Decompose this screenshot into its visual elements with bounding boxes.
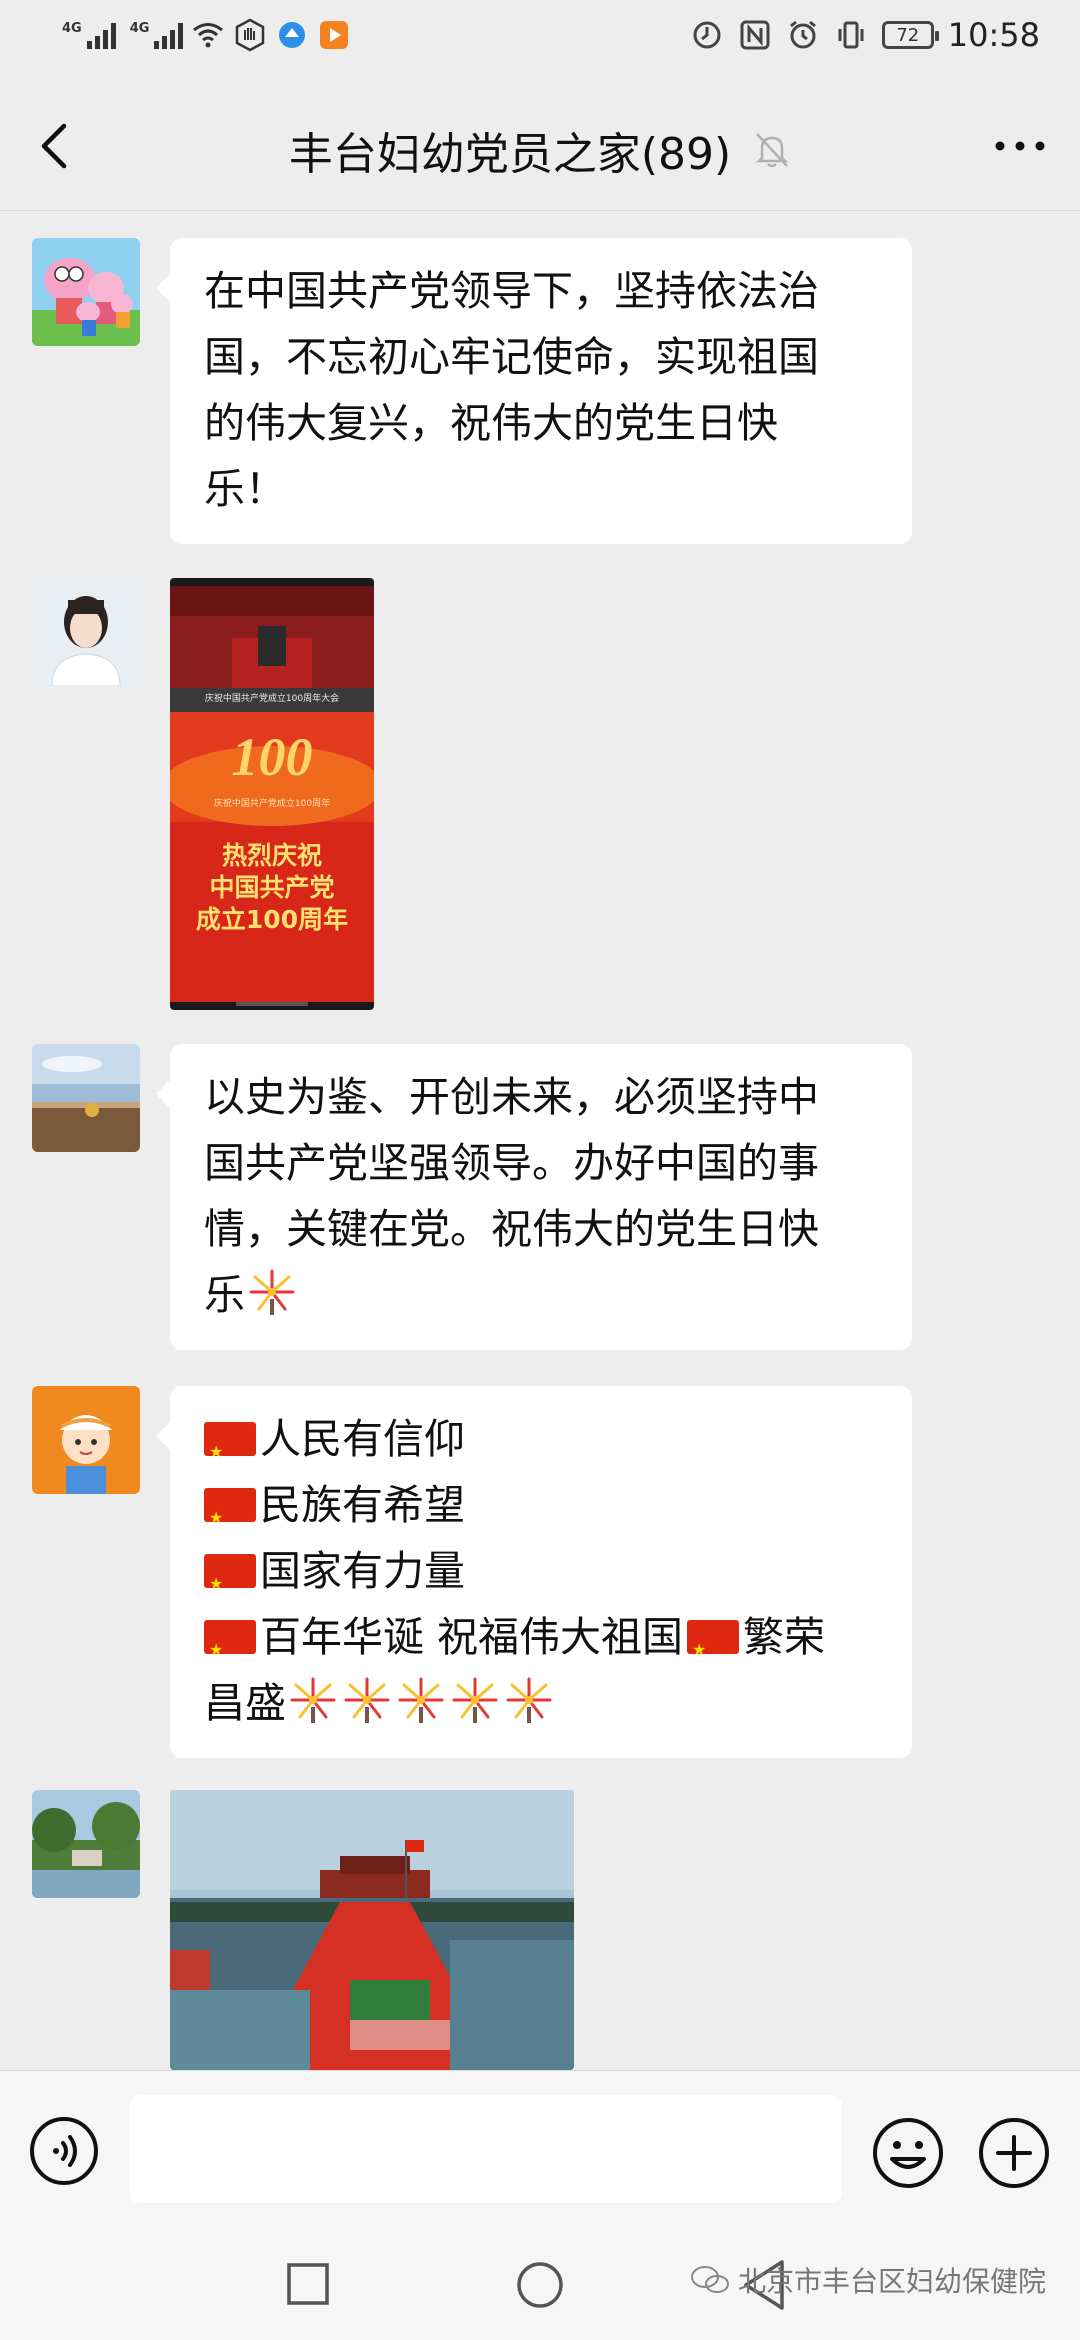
network-type-label: 4G — [62, 21, 82, 36]
voice-input-icon[interactable] — [28, 2115, 100, 2187]
image-caption-text: 庆祝中国共产党成立100周年大会 — [204, 694, 340, 704]
headline-line: 热烈庆祝 — [221, 841, 322, 870]
fireworks-icon — [290, 1677, 336, 1723]
china-flag-icon — [687, 1617, 740, 1683]
chat-header: 丰台妇幼党员之家(89) — [0, 80, 1080, 211]
image-message[interactable] — [170, 1790, 574, 2070]
message-input[interactable] — [130, 2095, 842, 2203]
hand-icon — [236, 18, 265, 52]
vibrate-icon — [838, 21, 864, 49]
app-notification-icon — [279, 22, 306, 48]
message-text: 以史为鉴、开创未来，必须坚持中 — [204, 1073, 819, 1121]
alarm-icon — [789, 20, 816, 49]
avatar[interactable] — [32, 1044, 140, 1152]
message-text: 繁荣 — [743, 1613, 826, 1661]
add-attachment-icon[interactable] — [976, 2115, 1052, 2191]
china-flag-icon — [204, 1551, 256, 1617]
status-time: 10:58 — [947, 16, 1040, 54]
battery-indicator: 72 — [881, 21, 939, 49]
emoji-icon[interactable] — [870, 2115, 946, 2191]
avatar[interactable] — [32, 238, 140, 346]
fireworks-icon — [344, 1677, 390, 1723]
video-app-icon — [320, 21, 349, 49]
avatar[interactable] — [32, 578, 140, 686]
image-headline: 热烈庆祝 中国共产党 成立100周年 — [170, 840, 374, 936]
headline-line: 成立100周年 — [195, 905, 349, 934]
message-text: 国，不忘初心牢记使命，实现祖国 — [204, 333, 819, 381]
china-flag-icon — [204, 1419, 256, 1485]
image-small-text: 庆祝中国共产党成立100周年 — [213, 799, 331, 809]
home-icon[interactable] — [515, 2260, 565, 2310]
avatar[interactable] — [32, 1790, 140, 1898]
message-text: 的伟大复兴，祝伟大的党生日快 — [204, 399, 778, 447]
message-text: 百年华诞 祝福伟大祖国 — [260, 1613, 684, 1661]
recent-apps-icon[interactable] — [286, 2262, 330, 2306]
signal-icon: 4G — [130, 21, 184, 49]
china-flag-icon — [204, 1617, 256, 1683]
fireworks-icon — [452, 1677, 498, 1723]
wifi-icon — [193, 23, 224, 48]
watermark: 北京市丰台区妇幼保健院 — [690, 2260, 1046, 2300]
message-bubble[interactable]: 以史为鉴、开创未来，必须坚持中 国共产党坚强领导。办好中国的事 情，关键在党。祝… — [156, 1044, 912, 1350]
data-saver-icon — [693, 21, 721, 49]
more-options-icon[interactable] — [990, 124, 1050, 168]
status-bar: 4G 4G 72 10:58 — [0, 0, 1080, 80]
fireworks-icon — [506, 1677, 552, 1723]
fireworks-icon — [398, 1677, 444, 1723]
chat-title: 丰台妇幼党员之家(89) — [288, 129, 732, 180]
avatar[interactable] — [32, 1386, 140, 1494]
message-text: 民族有希望 — [260, 1481, 465, 1529]
message-bubble[interactable]: 人民有信仰 民族有希望 国家有力量 百年华诞 祝福伟大祖国 繁荣 昌盛 — [156, 1386, 912, 1758]
system-nav-bar: 北京市丰台区妇幼保健院 — [0, 2230, 1080, 2340]
message-text: 国家有力量 — [260, 1547, 465, 1595]
message-text: 国共产党坚强领导。办好中国的事 — [204, 1139, 819, 1187]
centenary-badge: 100 — [231, 727, 313, 787]
nfc-icon — [740, 20, 770, 50]
message-text: 人民有信仰 — [260, 1415, 465, 1463]
message-text: 情，关键在党。祝伟大的党生日快 — [204, 1205, 819, 1253]
message-text: 乐！ — [204, 465, 286, 513]
headline-line: 中国共产党 — [209, 873, 335, 902]
message-text: 昌盛 — [204, 1679, 286, 1727]
wechat-icon — [690, 2266, 729, 2293]
image-message[interactable]: 庆祝中国共产党成立100周年大会 100 庆祝中国共产党成立100周年 热烈庆祝… — [170, 578, 374, 1010]
mute-bell-icon — [756, 133, 789, 168]
china-flag-icon — [204, 1485, 256, 1551]
battery-level: 72 — [896, 24, 920, 46]
signal-icon: 4G — [62, 21, 116, 49]
message-bubble[interactable]: 在中国共产党领导下，坚持依法治 国，不忘初心牢记使命，实现祖国 的伟大复兴，祝伟… — [156, 238, 912, 544]
network-type-label: 4G — [129, 21, 150, 36]
input-bar — [0, 2070, 1080, 2231]
message-text: 在中国共产党领导下，坚持依法治 — [204, 267, 819, 315]
watermark-text: 北京市丰台区妇幼保健院 — [737, 2265, 1046, 2298]
message-text: 乐 — [204, 1271, 245, 1319]
fireworks-icon — [249, 1269, 295, 1315]
